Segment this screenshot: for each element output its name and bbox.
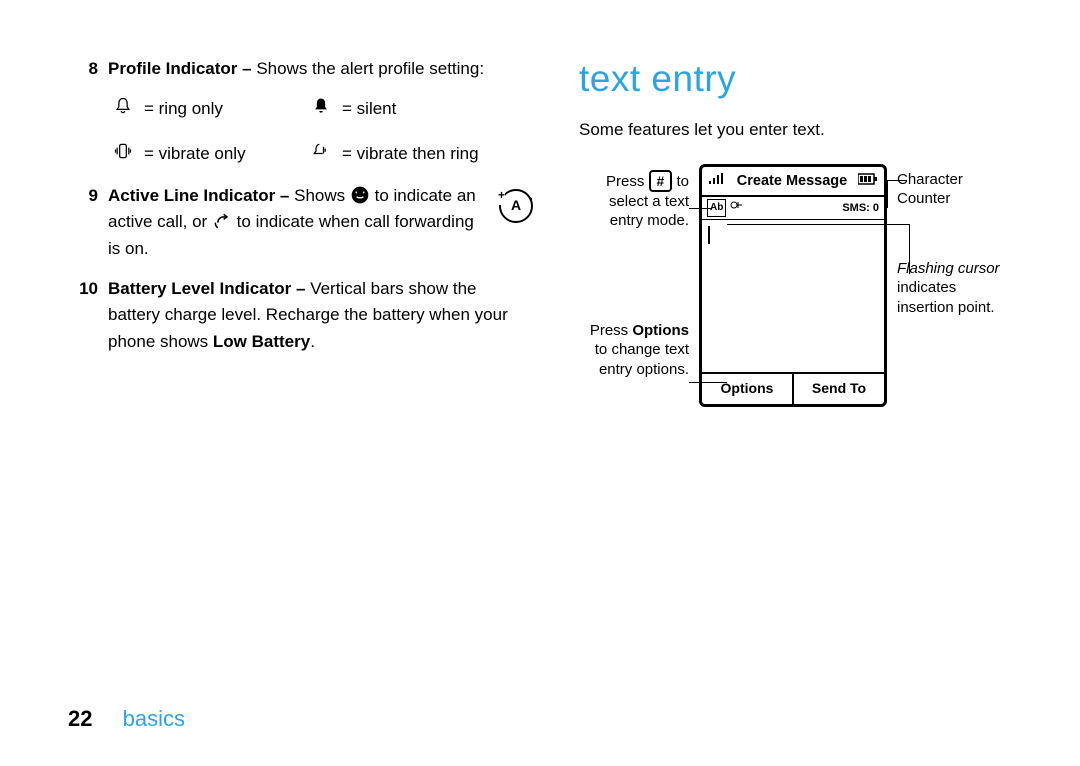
callout-text: to change text entry options.: [595, 341, 689, 378]
callout-character-counter: Character Counter: [897, 170, 1007, 209]
item-text: .: [310, 332, 315, 351]
active-call-icon: [350, 186, 370, 205]
leader-line: [689, 382, 727, 383]
callout-cursor-italic: Flashing cursor: [897, 260, 1000, 277]
page-number: 22: [68, 706, 92, 731]
section-intro: Some features let you enter text.: [579, 117, 1044, 143]
leader-line: [689, 208, 711, 209]
options-keyword: Options: [632, 322, 689, 339]
phone-text-area: [702, 220, 884, 372]
leader-line: [909, 224, 910, 274]
cursor-icon: [708, 226, 710, 244]
leader-line: [727, 224, 909, 225]
hash-key-icon: #: [649, 170, 673, 192]
leader-line: [887, 180, 888, 208]
call-forward-icon: [212, 212, 232, 231]
item-title: Active Line Indicator –: [108, 186, 294, 205]
callout-right: Character Counter Flashing cursor indica…: [897, 164, 1007, 318]
left-column: 8 Profile Indicator – Shows the alert pr…: [68, 50, 533, 407]
list-item-9: 9 Active Line Indicator – Shows to indic…: [68, 183, 533, 262]
page-footer: 22 basics: [68, 702, 185, 736]
profile-icon-table: = ring only = silent = vibrate only = vi…: [108, 96, 533, 169]
callout-cursor-rest: indicates insertion point.: [897, 279, 995, 316]
phone-screen-mock: Create Message Ab SMS: 0 Opti: [699, 164, 887, 407]
feature-badge-icon: +: [489, 189, 533, 223]
item-title: Profile Indicator –: [108, 59, 256, 78]
item-text: Shows the alert profile setting:: [256, 59, 484, 78]
callout-text: Press: [590, 322, 633, 339]
phone-titlebar: Create Message: [702, 167, 884, 197]
phone-title: Create Message: [737, 170, 847, 192]
ring-only-icon: [108, 96, 138, 124]
list-item-10: 10 Battery Level Indicator – Vertical ba…: [68, 276, 533, 355]
section-label: basics: [123, 706, 185, 731]
signal-icon: [708, 170, 726, 192]
callout-text: Press: [606, 173, 649, 190]
callout-left: Press # to select a text entry mode. Pre…: [579, 164, 689, 380]
low-battery-text: Low Battery: [213, 332, 310, 351]
icon-label: = vibrate then ring: [342, 141, 533, 169]
two-column-layout: 8 Profile Indicator – Shows the alert pr…: [68, 50, 1044, 407]
vibrate-only-icon: [108, 141, 138, 169]
phone-status-row: Ab SMS: 0: [702, 197, 884, 220]
item-text: Shows: [294, 186, 350, 205]
phone-softkeys: Options Send To: [702, 372, 884, 404]
vibe-ring-icon: [306, 141, 336, 169]
battery-icon: [858, 170, 878, 192]
itap-icon: [730, 199, 744, 217]
right-column: text entry Some features let you enter t…: [579, 50, 1044, 407]
text-entry-diagram: Press # to select a text entry mode. Pre…: [579, 164, 1044, 407]
icon-label: = silent: [342, 96, 533, 124]
manual-page: 8 Profile Indicator – Shows the alert pr…: [0, 0, 1080, 766]
icon-label: = ring only: [144, 96, 300, 124]
item-number: 8: [68, 56, 108, 82]
softkey-left: Options: [702, 374, 794, 404]
item-number: 10: [68, 276, 108, 355]
list-item-8: 8 Profile Indicator – Shows the alert pr…: [68, 56, 533, 82]
section-heading: text entry: [579, 50, 1044, 107]
sms-counter: SMS: 0: [842, 200, 879, 217]
item-number: 9: [68, 183, 108, 209]
icon-label: = vibrate only: [144, 141, 300, 169]
item-title: Battery Level Indicator –: [108, 279, 310, 298]
leader-line: [887, 180, 907, 181]
silent-icon: [306, 96, 336, 124]
softkey-right: Send To: [794, 374, 884, 404]
